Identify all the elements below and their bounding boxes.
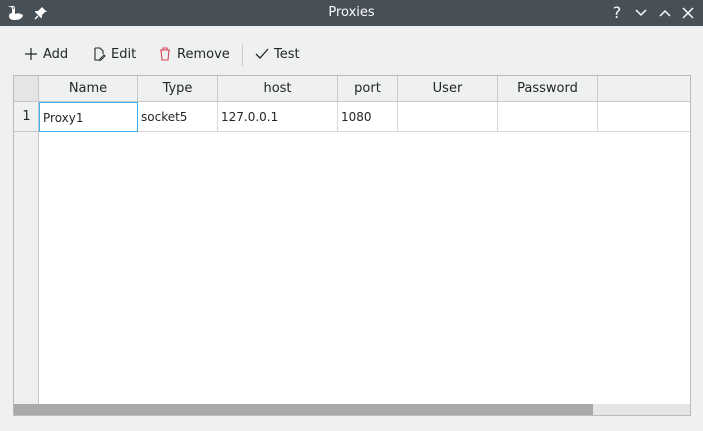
toolbar-separator [242, 44, 243, 66]
column-header-port[interactable]: port [338, 76, 398, 102]
minimize-button[interactable] [632, 4, 650, 22]
maximize-button[interactable] [656, 4, 674, 22]
column-header-filler [598, 76, 690, 102]
cell-port[interactable]: 1080 [338, 102, 398, 132]
column-header-host[interactable]: host [218, 76, 338, 102]
toolbar: Add Edit Remove Test [0, 38, 703, 70]
test-button[interactable]: Test [255, 42, 300, 66]
checkmark-icon [255, 48, 269, 59]
column-header-password[interactable]: Password [498, 76, 598, 102]
add-button[interactable]: Add [24, 42, 68, 66]
add-label: Add [43, 46, 69, 62]
title-bar: Proxies ? [0, 0, 703, 26]
help-button[interactable]: ? [608, 4, 626, 22]
cell-password[interactable] [498, 102, 598, 132]
cell-type[interactable]: socket5 [138, 102, 218, 132]
column-header-type[interactable]: Type [138, 76, 218, 102]
plus-icon [25, 48, 37, 60]
column-header-user[interactable]: User [398, 76, 498, 102]
close-button[interactable] [679, 4, 697, 22]
row-header[interactable]: 1 [14, 102, 39, 132]
horizontal-scrollbar[interactable] [14, 404, 690, 415]
test-label: Test [274, 46, 300, 62]
proxies-table[interactable]: Name Type host port User Password 1 Prox… [13, 75, 691, 416]
remove-button[interactable]: Remove [158, 42, 230, 66]
table-corner-button[interactable] [14, 76, 39, 102]
edit-label: Edit [111, 46, 137, 62]
column-header-name[interactable]: Name [39, 76, 138, 102]
cell-name[interactable]: Proxy1 [39, 102, 138, 132]
edit-document-icon [94, 47, 106, 61]
scrollbar-thumb[interactable] [14, 404, 593, 415]
window-title: Proxies [328, 5, 375, 20]
cell-filler [598, 102, 690, 132]
cell-host[interactable]: 127.0.0.1 [218, 102, 338, 132]
row-header-column [14, 102, 39, 404]
cell-user[interactable] [398, 102, 498, 132]
remove-label: Remove [177, 46, 230, 62]
edit-button[interactable]: Edit [92, 42, 136, 66]
trash-icon [160, 47, 170, 61]
